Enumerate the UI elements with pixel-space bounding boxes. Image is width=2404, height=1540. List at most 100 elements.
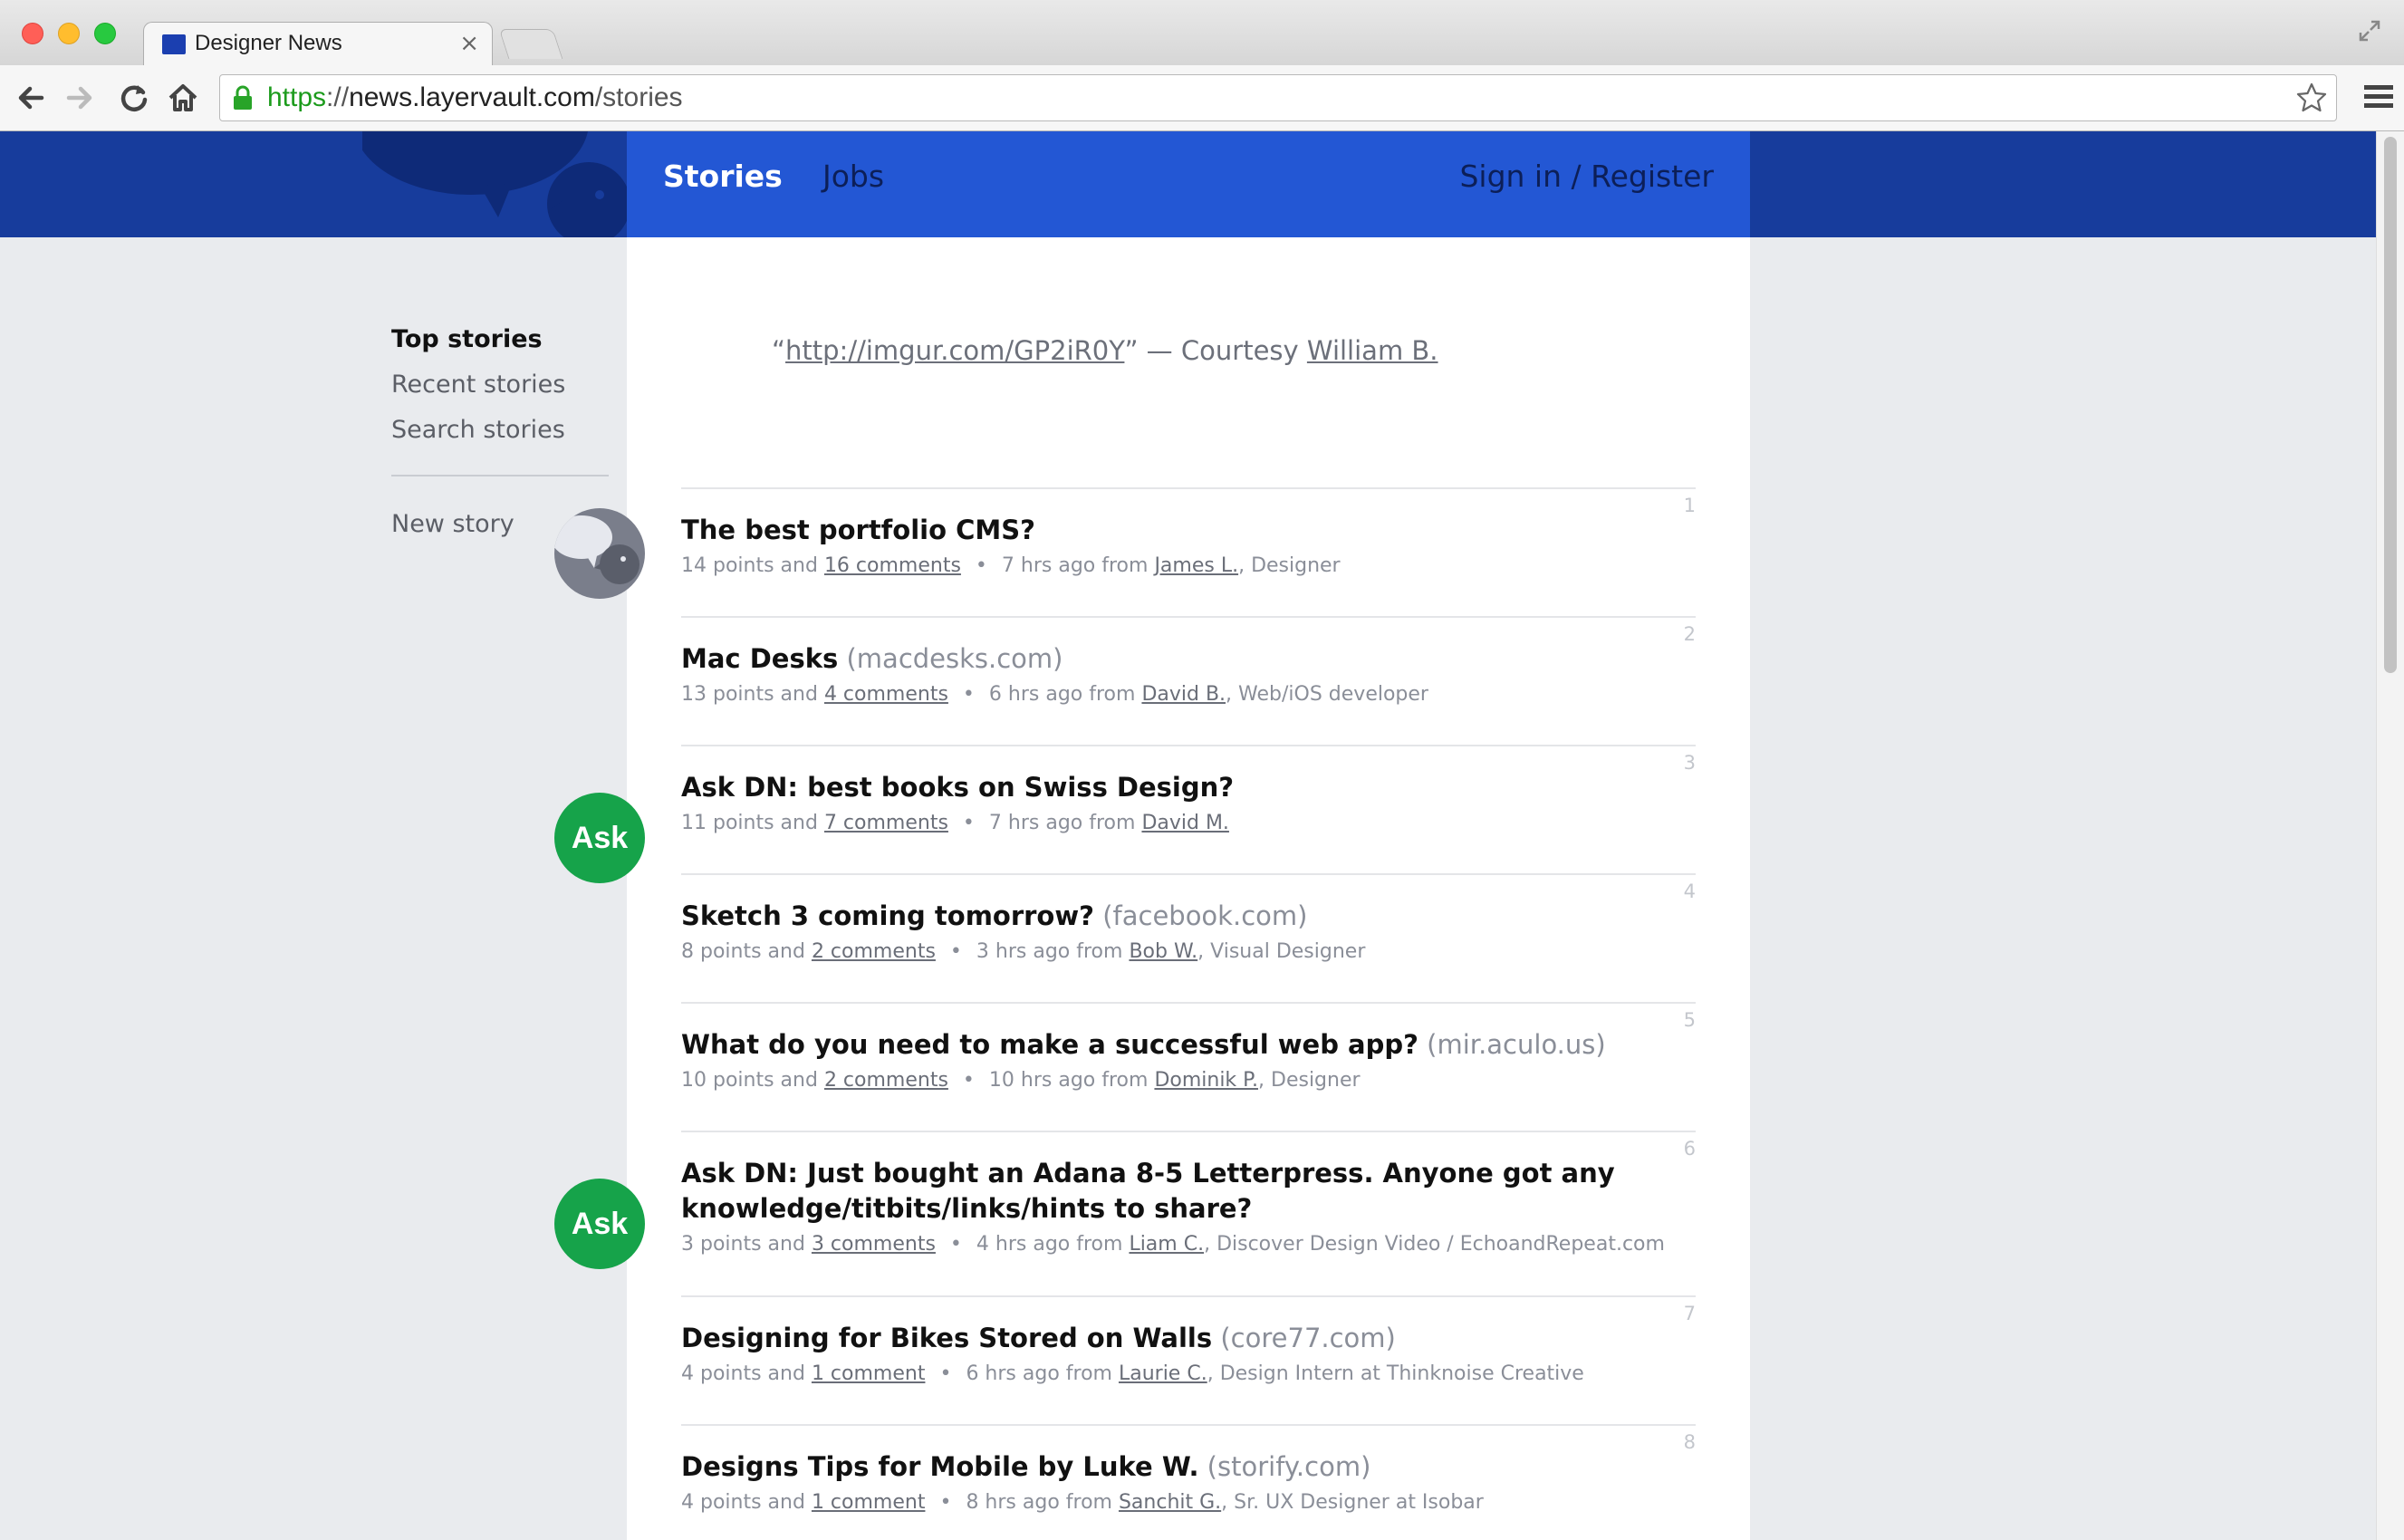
sidebar-item-top-stories[interactable]: Top stories [391,317,609,362]
story-author-role: , Web/iOS developer [1226,683,1428,706]
story-meta: 10 points and 2 comments • 10 hrs ago from… [681,1069,1361,1092]
story-comments-link[interactable]: 7 comments [824,812,948,834]
quote-author-link[interactable]: William B. [1307,335,1438,366]
story-time: 3 hrs ago from [976,940,1130,963]
site-header: Stories Jobs Sign in / Register [0,131,2377,237]
ask-badge: Ask [554,1179,645,1269]
story-comments-link[interactable]: 2 comments [812,940,936,963]
page-viewport: Stories Jobs Sign in / Register Top stor… [0,131,2377,1540]
meta-separator-dot: • [939,1362,952,1385]
story-row: 3 Ask DN: best books on Swiss Design? 11 p… [681,745,1696,873]
story-title-link[interactable]: The best portfolio CMS? [681,515,1035,545]
story-meta: 8 points and 2 comments • 3 hrs ago from B… [681,940,1365,963]
sidebar-divider [391,475,609,476]
new-tab-button[interactable] [498,29,563,59]
meta-separator-dot: • [939,1491,952,1514]
story-rank: 3 [1683,752,1696,774]
browser-tab[interactable]: Designer News × [143,22,493,66]
story-title: Ask DN: best books on Swiss Design? [681,770,1678,805]
story-domain: (storify.com) [1198,1451,1371,1482]
story-title: Designing for Bikes Stored on Walls (cor… [681,1321,1678,1356]
story-time: 6 hrs ago from [988,683,1142,706]
story-author-link[interactable]: Liam C. [1129,1233,1204,1256]
meta-separator-dot: • [962,812,975,834]
reload-icon[interactable] [116,80,152,116]
home-icon[interactable] [165,80,201,116]
nav-jobs-link[interactable]: Jobs [822,159,884,194]
story-row: 2 Mac Desks (macdesks.com) 13 points and 4… [681,616,1696,745]
story-meta: 4 points and 1 comment • 6 hrs ago from La… [681,1362,1584,1385]
meta-separator-dot: • [949,1233,962,1256]
fullscreen-icon[interactable] [2357,18,2382,43]
story-author-link[interactable]: Laurie C. [1119,1362,1207,1385]
forward-arrow-icon[interactable] [62,80,98,116]
story-title-link[interactable]: Designing for Bikes Stored on Walls [681,1323,1212,1353]
story-author-role: , Sr. UX Designer at Isobar [1221,1491,1484,1514]
story-rank: 5 [1683,1009,1696,1031]
browser-menu-icon[interactable] [2362,82,2395,112]
story-rank: 8 [1683,1431,1696,1453]
sidebar-item-recent-stories[interactable]: Recent stories [391,362,609,408]
story-comments-link[interactable]: 1 comment [812,1362,926,1385]
story-time: 6 hrs ago from [966,1362,1119,1385]
sidebar: Top stories Recent stories Search storie… [391,317,609,547]
story-author-role: , Visual Designer [1197,940,1366,963]
lock-icon [234,85,252,110]
story-comments-link[interactable]: 3 comments [812,1233,936,1256]
story-author-link[interactable]: James L. [1154,554,1238,577]
story-meta: 13 points and 4 comments • 6 hrs ago from … [681,683,1428,706]
story-comments-link[interactable]: 16 comments [824,554,961,577]
ask-badge: Ask [554,793,645,883]
story-time: 4 hrs ago from [976,1233,1130,1256]
story-points: 10 points and [681,1069,824,1092]
back-arrow-icon[interactable] [13,80,49,116]
url-text: https://news.layervault.com/stories [267,82,683,112]
vertical-scrollbar[interactable] [2376,131,2404,1540]
sign-in-register-link[interactable]: Sign in / Register [1459,159,1714,194]
story-comments-link[interactable]: 4 comments [824,683,948,706]
scrollbar-thumb[interactable] [2384,137,2397,673]
story-title: Sketch 3 coming tomorrow? (facebook.com) [681,899,1678,934]
story-author-link[interactable]: David M. [1141,812,1229,834]
address-bar[interactable]: https://news.layervault.com/stories [219,74,2337,121]
story-domain: (core77.com) [1212,1323,1396,1353]
story-domain: (macdesks.com) [838,643,1063,674]
story-meta: 11 points and 7 comments • 7 hrs ago from … [681,812,1229,834]
story-author-link[interactable]: David B. [1141,683,1226,706]
story-rank: 1 [1683,495,1696,516]
story-comments-link[interactable]: 1 comment [812,1491,926,1514]
story-points: 11 points and [681,812,824,834]
story-domain: (facebook.com) [1093,900,1308,931]
sidebar-item-search-stories[interactable]: Search stories [391,408,609,453]
story-domain: (mir.aculo.us) [1418,1029,1606,1060]
story-title-link[interactable]: Ask DN: best books on Swiss Design? [681,772,1234,803]
story-row: 6 Ask DN: Just bought an Adana 8-5 Letter… [681,1131,1696,1295]
story-meta: 3 points and 3 comments • 4 hrs ago from L… [681,1233,1665,1256]
nav-stories-link[interactable]: Stories [663,159,783,194]
story-author-link[interactable]: Sanchit G. [1119,1491,1221,1514]
story-title-link[interactable]: What do you need to make a successful we… [681,1029,1418,1060]
story-title-link[interactable]: Designs Tips for Mobile by Luke W. [681,1451,1198,1482]
window-close-button[interactable] [22,23,43,44]
story-rank: 6 [1683,1138,1696,1160]
meta-separator-dot: • [962,683,975,706]
story-author-role: , Design Intern at Thinknoise Creative [1207,1362,1584,1385]
story-author-link[interactable]: Bob W. [1129,940,1197,963]
meta-separator-dot: • [975,554,987,577]
quote-link[interactable]: http://imgur.com/GP2iR0Y [785,335,1124,366]
window-zoom-button[interactable] [94,23,116,44]
story-title-link[interactable]: Mac Desks [681,643,838,674]
favicon-icon [162,34,186,54]
tab-close-icon[interactable]: × [459,30,479,57]
story-author-link[interactable]: Dominik P. [1154,1069,1258,1092]
story-title-link[interactable]: Sketch 3 coming tomorrow? [681,900,1094,931]
story-row: 1 The best portfolio CMS? 14 points and 16… [681,487,1696,616]
bookmark-star-icon[interactable] [2294,81,2329,115]
story-title-link[interactable]: Ask DN: Just bought an Adana 8-5 Letterp… [681,1158,1615,1224]
window-minimize-button[interactable] [58,23,80,44]
story-rank: 7 [1683,1303,1696,1324]
story-rank: 4 [1683,881,1696,902]
story-comments-link[interactable]: 2 comments [824,1069,948,1092]
story-rank: 2 [1683,623,1696,645]
story-time: 7 hrs ago from [1001,554,1155,577]
